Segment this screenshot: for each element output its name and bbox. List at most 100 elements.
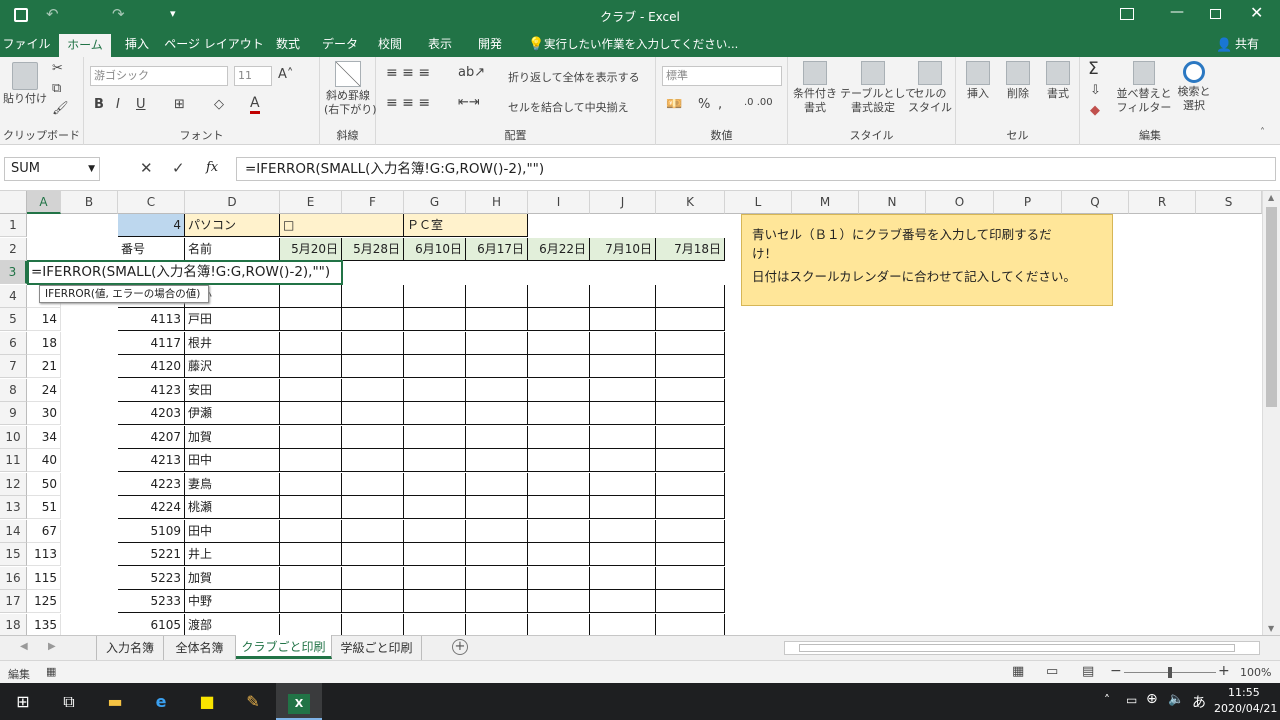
name-box-dropdown-icon[interactable]: ▼	[88, 158, 95, 180]
sheet-tab-input-roster[interactable]: 入力名簿	[96, 636, 164, 660]
cell-blank[interactable]	[656, 308, 725, 331]
column-header-K[interactable]: K	[656, 191, 725, 214]
cell-C17[interactable]: 5233	[118, 590, 185, 613]
file-explorer-icon[interactable]: ▬	[92, 683, 138, 720]
cell-blank[interactable]	[404, 613, 466, 635]
find-select-button[interactable]: 検索と 選択	[1172, 61, 1216, 113]
cell-date-6[interactable]: 7月10日	[590, 237, 656, 261]
save-icon[interactable]	[14, 8, 28, 22]
row-header-12[interactable]: 12	[0, 472, 27, 496]
format-cells-button[interactable]: 書式	[1038, 61, 1078, 101]
cell-blank[interactable]	[590, 402, 656, 425]
font-size-combo[interactable]: 11	[234, 66, 272, 86]
cell-blank[interactable]	[342, 496, 404, 519]
column-header-A[interactable]: A	[27, 191, 61, 214]
sheet-tab-all-roster[interactable]: 全体名簿	[164, 636, 236, 660]
cell-A9[interactable]: 30	[27, 402, 61, 425]
cell-C2[interactable]: 番号	[118, 237, 185, 261]
cell-C11[interactable]: 4213	[118, 449, 185, 472]
column-header-R[interactable]: R	[1129, 191, 1196, 214]
cell-blank[interactable]	[342, 308, 404, 331]
cell-blank[interactable]	[404, 566, 466, 590]
border-icon[interactable]: ⊞	[174, 97, 185, 112]
cell-blank[interactable]	[590, 425, 656, 449]
cell-blank[interactable]	[656, 496, 725, 519]
cell-A12[interactable]: 50	[27, 472, 61, 496]
diagonal-border-button[interactable]: 斜め罫線 (右下がり)	[324, 61, 377, 117]
clear-icon[interactable]: ◆	[1090, 103, 1100, 118]
cell-C13[interactable]: 4224	[118, 496, 185, 519]
row-header-7[interactable]: 7	[0, 355, 27, 378]
cell-D6[interactable]: 根井	[185, 331, 280, 355]
bold-button[interactable]: B	[94, 97, 104, 112]
zoom-in-icon[interactable]: +	[1218, 663, 1230, 679]
row-header-16[interactable]: 16	[0, 566, 27, 590]
cell-blank[interactable]	[280, 519, 342, 543]
cell-blank[interactable]	[404, 590, 466, 613]
cell-D7[interactable]: 藤沢	[185, 355, 280, 378]
column-header-G[interactable]: G	[404, 191, 466, 214]
cell-blank[interactable]	[528, 402, 590, 425]
macro-record-icon[interactable]: ▦	[46, 665, 56, 678]
redo-icon[interactable]: ↷	[112, 5, 125, 23]
zoom-slider-thumb[interactable]	[1168, 667, 1172, 678]
row-header-8[interactable]: 8	[0, 378, 27, 402]
formula-input[interactable]: =IFERROR(SMALL(入力名簿!G:G,ROW()-2),"")	[236, 157, 1276, 181]
cell-C15[interactable]: 5221	[118, 543, 185, 566]
cell-blank[interactable]	[342, 543, 404, 566]
cell-D16[interactable]: 加賀	[185, 566, 280, 590]
share-button[interactable]: 共有	[1230, 32, 1264, 57]
volume-icon[interactable]: 🔈	[1168, 692, 1184, 707]
cell-blank[interactable]	[656, 402, 725, 425]
cell-blank[interactable]	[528, 378, 590, 402]
format-as-table-button[interactable]: テーブルとして 書式設定	[840, 61, 916, 115]
cell-blank[interactable]	[404, 543, 466, 566]
cell-blank[interactable]	[280, 355, 342, 378]
zoom-slider[interactable]	[1124, 667, 1216, 678]
cell-blank[interactable]	[590, 543, 656, 566]
cell-blank[interactable]	[342, 378, 404, 402]
cell-blank[interactable]	[528, 308, 590, 331]
cell-blank[interactable]	[528, 449, 590, 472]
cell-blank[interactable]	[656, 284, 725, 308]
cell-blank[interactable]	[342, 355, 404, 378]
cell-blank[interactable]	[590, 496, 656, 519]
cell-A8[interactable]: 24	[27, 378, 61, 402]
ribbon-display-icon[interactable]	[1120, 8, 1134, 20]
cell-blank[interactable]	[404, 308, 466, 331]
column-header-Q[interactable]: Q	[1062, 191, 1129, 214]
fill-color-icon[interactable]: ◇	[214, 97, 224, 112]
cell-blank[interactable]	[280, 613, 342, 635]
cell-A6[interactable]: 18	[27, 331, 61, 355]
align-top-icon[interactable]: ≡ ≡ ≡	[386, 65, 430, 81]
row-header-13[interactable]: 13	[0, 496, 27, 519]
column-header-B[interactable]: B	[61, 191, 118, 214]
column-header-J[interactable]: J	[590, 191, 656, 214]
cell-A17[interactable]: 125	[27, 590, 61, 613]
cell-blank[interactable]	[528, 284, 590, 308]
name-box[interactable]: SUM ▼	[4, 157, 100, 181]
cell-C1[interactable]: 4	[118, 214, 185, 237]
cut-icon[interactable]: ✂	[52, 61, 63, 76]
customize-qat-icon[interactable]: ▾	[170, 7, 176, 20]
cell-D15[interactable]: 井上	[185, 543, 280, 566]
cell-blank[interactable]	[528, 519, 590, 543]
cell-blank[interactable]	[656, 355, 725, 378]
clock-date[interactable]: 2020/04/21	[1214, 702, 1277, 715]
cell-A18[interactable]: 135	[27, 613, 61, 635]
tab-page-layout[interactable]: ページ レイアウト	[164, 32, 264, 57]
cell-blank[interactable]	[466, 519, 528, 543]
tab-formulas[interactable]: 数式	[266, 32, 310, 57]
cell-blank[interactable]	[404, 519, 466, 543]
cell-blank[interactable]	[342, 425, 404, 449]
cell-blank[interactable]	[528, 331, 590, 355]
cell-blank[interactable]	[656, 472, 725, 496]
next-sheet-icon[interactable]: ▶	[48, 641, 56, 652]
undo-icon[interactable]: ↶	[46, 5, 59, 23]
cell-C16[interactable]: 5223	[118, 566, 185, 590]
cell-D9[interactable]: 伊瀬	[185, 402, 280, 425]
cell-blank[interactable]	[656, 331, 725, 355]
tab-insert[interactable]: 挿入	[114, 32, 160, 57]
column-header-O[interactable]: O	[926, 191, 994, 214]
cell-G1[interactable]: ＰＣ室	[404, 214, 528, 237]
